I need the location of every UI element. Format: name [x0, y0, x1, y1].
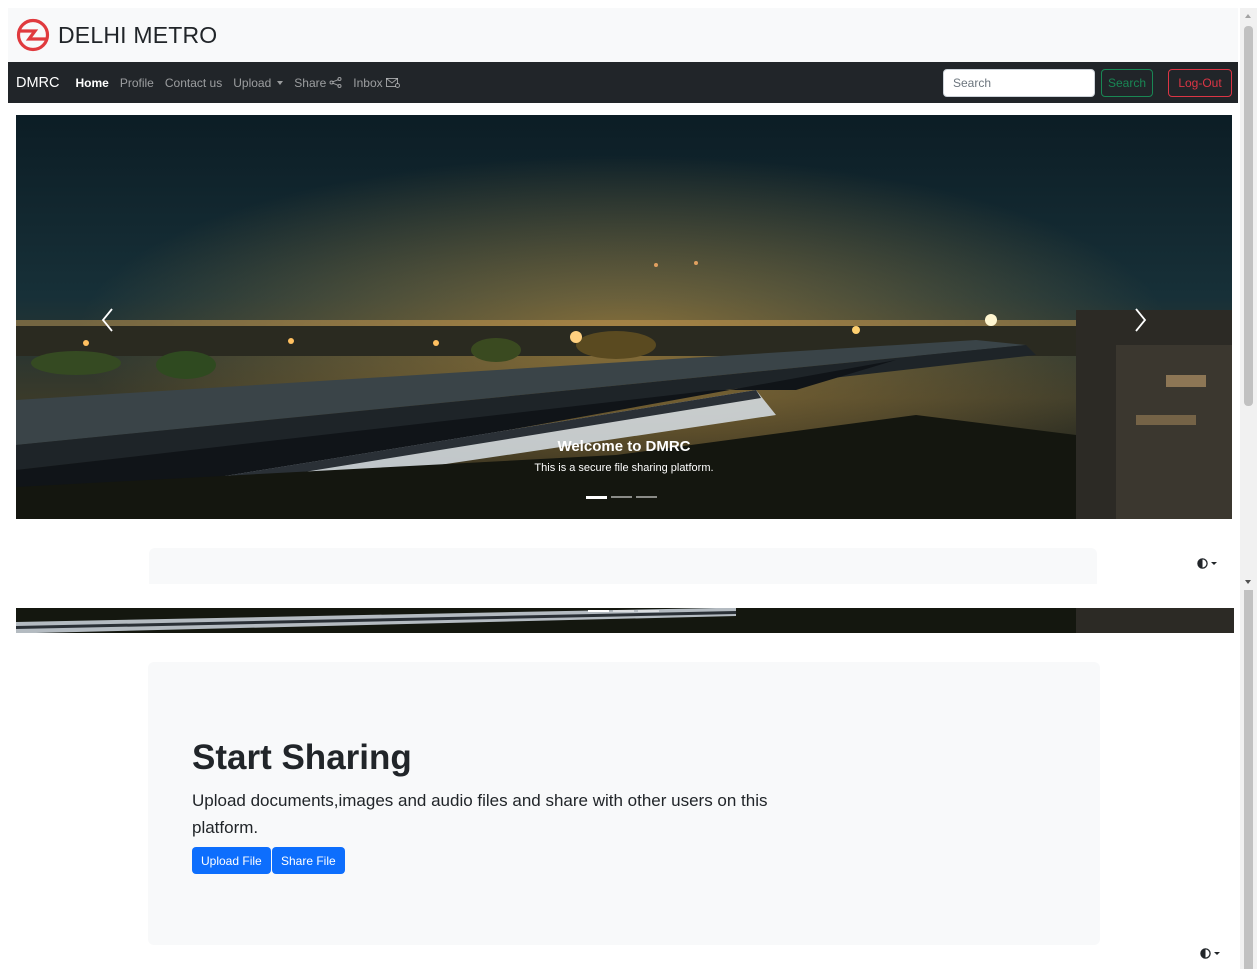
brand-header: DELHI METRO: [8, 8, 1238, 62]
carousel-caption-text: This is a secure file sharing platform.: [534, 462, 714, 474]
metro-night-image-strip: [16, 608, 1234, 633]
jumbotron-text: Upload documents,images and audio files …: [192, 791, 768, 837]
search-input[interactable]: [943, 69, 1095, 97]
navbar-search-area: Search Log-Out: [943, 69, 1232, 97]
carousel-caption-title: Welcome to DMRC: [557, 438, 691, 455]
scrollbar-thumb[interactable]: [1244, 26, 1253, 406]
contrast-icon: [1197, 558, 1208, 569]
search-button[interactable]: Search: [1101, 69, 1153, 97]
main-navbar: DMRC Home Profile Contact us Upload Shar…: [8, 62, 1238, 103]
first-screen: DELHI METRO DMRC Home Profile Contact us…: [0, 0, 1257, 590]
scroll-up-icon[interactable]: [1245, 14, 1251, 18]
metro-night-image: [16, 115, 1232, 519]
hero-carousel: Welcome to DMRC This is a secure file sh…: [16, 115, 1232, 519]
carousel-indicator[interactable]: [611, 496, 632, 498]
carousel-bottom-strip: [16, 608, 1234, 633]
nav-share[interactable]: Share: [294, 76, 342, 90]
brand-title: DELHI METRO: [58, 21, 218, 48]
navbar-brand[interactable]: DMRC: [16, 75, 60, 91]
theme-toggle-button[interactable]: [1197, 558, 1217, 569]
nav-profile-label: Profile: [119, 75, 154, 90]
nav-upload-label: Upload: [233, 75, 272, 90]
nav-home-label: Home: [75, 75, 109, 90]
nav-upload-dropdown[interactable]: Upload: [233, 75, 284, 90]
nav-contact[interactable]: Contact us: [165, 76, 222, 90]
carousel-indicator[interactable]: [586, 496, 607, 499]
nav-inbox-label: Inbox: [353, 75, 383, 90]
upload-file-button[interactable]: Upload File: [192, 847, 271, 874]
carousel-indicators: [586, 496, 657, 499]
jumbotron-top-edge: [149, 548, 1097, 584]
inbox-icon: [385, 78, 400, 88]
chevron-down-icon: [277, 80, 284, 85]
logout-button[interactable]: Log-Out: [1168, 69, 1232, 97]
nav-share-label: Share: [294, 75, 327, 90]
carousel-prev-icon[interactable]: [98, 305, 118, 335]
scrollbar-thumb[interactable]: [1244, 590, 1253, 969]
dmrc-logo-icon: [16, 18, 50, 52]
carousel-indicator[interactable]: [636, 496, 657, 498]
nav-home[interactable]: Home: [76, 76, 109, 90]
theme-toggle-button[interactable]: [1200, 948, 1220, 959]
nav-profile[interactable]: Profile: [120, 76, 154, 90]
nav-inbox[interactable]: Inbox: [353, 75, 400, 90]
chevron-down-icon: [1211, 562, 1217, 565]
vertical-scrollbar[interactable]: [1240, 8, 1257, 590]
nav-contact-label: Contact us: [164, 75, 223, 90]
second-screen: Start Sharing Upload documents,images an…: [0, 590, 1257, 969]
chevron-down-icon: [1214, 952, 1220, 955]
contrast-icon: [1200, 948, 1211, 959]
start-sharing-jumbotron: Start Sharing Upload documents,images an…: [148, 662, 1100, 945]
scroll-down-icon[interactable]: [1245, 580, 1251, 584]
share-file-button[interactable]: Share File: [272, 847, 345, 874]
share-icon: [329, 77, 342, 88]
carousel-next-icon[interactable]: [1130, 305, 1150, 335]
vertical-scrollbar[interactable]: [1240, 590, 1257, 969]
window-gap: [0, 590, 1257, 608]
jumbotron-heading: Start Sharing: [192, 738, 412, 777]
